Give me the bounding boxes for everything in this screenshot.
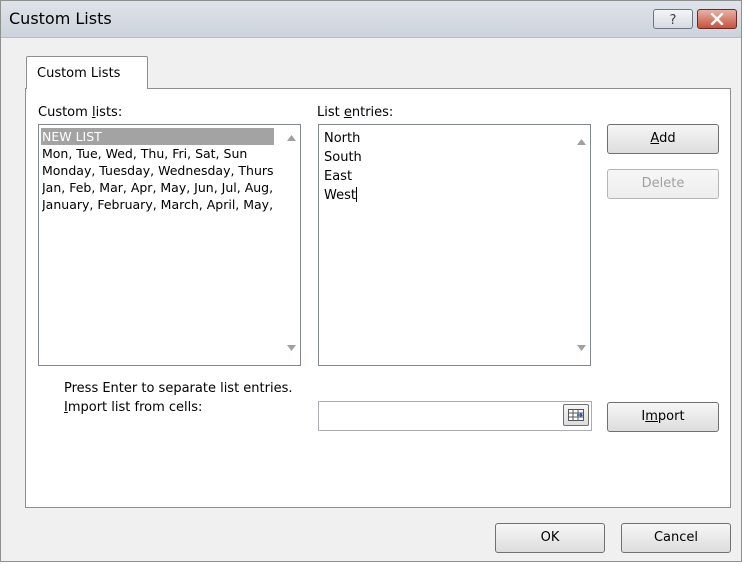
list-entries-label: List entries:: [317, 105, 394, 120]
separator-hint: Press Enter to separate list entries.: [64, 381, 293, 396]
custom-list-item[interactable]: NEW LIST: [41, 128, 274, 145]
text-caret: [355, 187, 357, 202]
list-entry-line: North: [324, 131, 361, 146]
add-button[interactable]: Add: [607, 124, 719, 154]
tab-custom-lists[interactable]: Custom Lists: [26, 56, 148, 89]
import-button[interactable]: Import: [607, 402, 719, 432]
help-icon: ?: [667, 12, 679, 26]
custom-lists-label: Custom lists:: [38, 105, 123, 120]
list-entries-textarea[interactable]: North South East West: [318, 124, 591, 366]
scroll-down-icon[interactable]: [577, 345, 586, 351]
custom-lists-dialog: Custom Lists ? Custom Lists Custom lists…: [0, 0, 742, 562]
scroll-up-icon[interactable]: [287, 135, 296, 141]
scroll-up-icon[interactable]: [577, 139, 586, 145]
custom-list-item[interactable]: January, February, March, April, May, Ju…: [42, 196, 274, 213]
scroll-down-icon[interactable]: [287, 345, 296, 351]
title-bar: Custom Lists ?: [1, 1, 741, 38]
list-entries-scrollbar[interactable]: [573, 125, 590, 365]
tab-label: Custom Lists: [37, 66, 121, 81]
ok-button[interactable]: OK: [495, 523, 605, 553]
range-selector-button[interactable]: [563, 404, 589, 426]
custom-list-item[interactable]: Jan, Feb, Mar, Apr, May, Jun, Jul, Aug, …: [42, 179, 274, 196]
svg-text:?: ?: [670, 13, 677, 26]
custom-list-item[interactable]: Mon, Tue, Wed, Thu, Fri, Sat, Sun: [42, 145, 274, 162]
import-range-input[interactable]: [318, 401, 592, 431]
delete-button[interactable]: Delete: [607, 169, 719, 199]
list-entry-line: South: [324, 150, 362, 165]
tab-panel: Custom lists: NEW LIST Mon, Tue, Wed, Thu…: [25, 88, 731, 508]
list-entry-line: East: [324, 169, 353, 184]
close-icon: [710, 13, 724, 25]
help-button[interactable]: ?: [653, 9, 693, 29]
close-button[interactable]: [697, 9, 737, 29]
custom-lists-scrollbar[interactable]: [283, 125, 300, 365]
window-title: Custom Lists: [9, 9, 112, 28]
import-label: Import list from cells:: [64, 400, 203, 415]
cancel-button[interactable]: Cancel: [621, 523, 731, 553]
collapse-dialog-icon: [568, 409, 584, 421]
custom-lists-listbox[interactable]: NEW LIST Mon, Tue, Wed, Thu, Fri, Sat, Su…: [38, 124, 301, 366]
custom-list-item[interactable]: Monday, Tuesday, Wednesday, Thursday, Fr…: [42, 162, 274, 179]
list-entry-line: West: [324, 187, 357, 203]
